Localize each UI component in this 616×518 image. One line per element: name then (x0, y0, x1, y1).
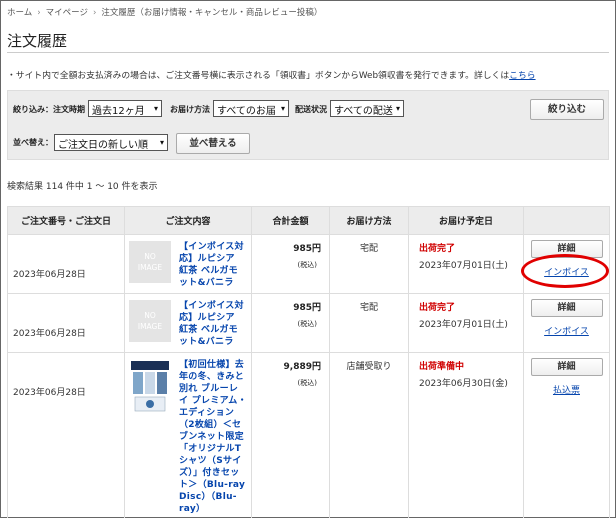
order-item-cell: NO IMAGE 【インボイス対応】ルピシア 紅茶 ベルガモット&バニラ (124, 293, 252, 353)
breadcrumb-separator: › (93, 8, 97, 18)
header-method: お届け方法 (329, 206, 409, 235)
chevron-down-icon: ▾ (159, 138, 164, 147)
order-actions: 詳細 インボイス (523, 234, 610, 294)
breadcrumb-mypage[interactable]: マイページ (46, 8, 88, 18)
table-row: 2023年06月28日 NO IMAGE 【インボイス対応】ルピシア 紅茶 ベルガ… (7, 293, 610, 353)
header-actions (523, 206, 610, 235)
header-order-content: ご注文内容 (124, 206, 252, 235)
order-total: 985円 (税込) (251, 293, 330, 353)
receipt-notice-text: ・サイト内で全額お支払済みの場合は、ご注文番号横に表示される「領収書」ボタンから… (7, 71, 510, 81)
receipt-notice: ・サイト内で全額お支払済みの場合は、ご注文番号横に表示される「領収書」ボタンから… (7, 68, 536, 81)
table-row: 2023年06月28日 NO IMAGE 【インボイス対応】ルピシア 紅茶 ベルガ… (7, 234, 610, 294)
order-actions: 詳細 払込票 (523, 352, 610, 518)
delivery-method: 店舗受取り (329, 352, 409, 518)
filter-panel: 絞り込み：注文時期 過去12ヶ月 ▾ お届け方法 すべてのお届 ▾ 配送状況 すべて… (7, 90, 609, 160)
order-total: 9,889円 (税込) (251, 352, 330, 518)
table-row: 2023年06月28日 【初回仕様】去年の冬、きみと別れ ブルーレイ プレミアム… (7, 352, 610, 518)
item-name-link[interactable]: 【インボイス対応】ルピシア 紅茶 ベルガモット&バニラ (179, 241, 247, 289)
invoice-link[interactable]: インボイス (524, 265, 609, 278)
order-date: 2023年06月28日 (7, 293, 125, 353)
tax-note: (税込) (297, 379, 317, 387)
sort-label: 並べ替え： (13, 138, 53, 147)
delivery-method: 宅配 (329, 234, 409, 294)
tax-note: (税込) (297, 261, 317, 269)
breadcrumb: ホーム › マイページ › 注文履歴（お届け情報・キャンセル・商品レビュー投稿） (7, 6, 322, 18)
order-date: 2023年06月28日 (7, 352, 125, 518)
order-date: 2023年06月28日 (7, 234, 125, 294)
detail-button[interactable]: 詳細 (530, 240, 603, 258)
status-label: 配送状況 (295, 105, 327, 114)
period-select[interactable]: 過去12ヶ月 ▾ (88, 100, 162, 117)
invoice-link[interactable]: インボイス (524, 324, 609, 337)
result-count: 検索結果 114 件中 1 〜 10 件を表示 (7, 182, 158, 192)
sort-select[interactable]: ご注文日の新しい順 ▾ (54, 134, 168, 151)
filter-label: 絞り込み：注文時期 (13, 105, 85, 114)
no-image-placeholder: NO IMAGE (129, 241, 171, 283)
delivery-date: 2023年07月01日(土) (419, 261, 508, 271)
header-schedule: お届け予定日 (408, 206, 524, 235)
breadcrumb-home[interactable]: ホーム (7, 8, 32, 18)
status-badge: 出荷準備中 (419, 362, 465, 372)
sort-button[interactable]: 並べ替える (176, 133, 250, 154)
receipt-notice-link[interactable]: こちら (509, 71, 535, 81)
header-order-number: ご注文番号・ご注文日 (7, 206, 125, 235)
delivery-schedule: 出荷完了 2023年07月01日(土) (408, 293, 524, 353)
page-title: 注文履歴 (7, 32, 68, 50)
order-total: 985円 (税込) (251, 234, 330, 294)
detail-button[interactable]: 詳細 (530, 299, 603, 317)
method-label: お届け方法 (170, 105, 210, 114)
title-divider (7, 52, 609, 53)
status-badge: 出荷完了 (419, 244, 456, 254)
order-item-cell: NO IMAGE 【インボイス対応】ルピシア 紅茶 ベルガモット&バニラ (124, 234, 252, 294)
apply-filter-button[interactable]: 絞り込む (530, 99, 604, 120)
tax-note: (税込) (297, 320, 317, 328)
delivery-schedule: 出荷準備中 2023年06月30日(金) (408, 352, 524, 518)
delivery-date: 2023年07月01日(土) (419, 320, 508, 330)
order-actions: 詳細 インボイス (523, 293, 610, 353)
detail-button[interactable]: 詳細 (530, 358, 603, 376)
delivery-method: 宅配 (329, 293, 409, 353)
order-table: ご注文番号・ご注文日 ご注文内容 合計金額 お届け方法 お届け予定日 2023年… (7, 206, 610, 518)
breadcrumb-current: 注文履歴（お届け情報・キャンセル・商品レビュー投稿） (101, 8, 323, 18)
delivery-date: 2023年06月30日(金) (419, 379, 508, 389)
no-image-placeholder: NO IMAGE (129, 300, 171, 342)
breadcrumb-separator: › (37, 8, 41, 18)
chevron-down-icon: ▾ (395, 104, 400, 113)
delivery-schedule: 出荷完了 2023年07月01日(土) (408, 234, 524, 294)
method-select[interactable]: すべてのお届 ▾ (213, 100, 289, 117)
product-thumbnail[interactable] (129, 359, 171, 415)
period-label: 注文時期 (53, 105, 85, 114)
item-name-link[interactable]: 【初回仕様】去年の冬、きみと別れ ブルーレイ プレミアム・エディション（2枚組）… (179, 359, 247, 515)
table-header-row: ご注文番号・ご注文日 ご注文内容 合計金額 お届け方法 お届け予定日 (7, 206, 610, 235)
payment-slip-link[interactable]: 払込票 (524, 383, 609, 396)
status-badge: 出荷完了 (419, 303, 456, 313)
chevron-down-icon: ▾ (153, 104, 158, 113)
item-name-link[interactable]: 【インボイス対応】ルピシア 紅茶 ベルガモット&バニラ (179, 300, 247, 348)
order-item-cell: 【初回仕様】去年の冬、きみと別れ ブルーレイ プレミアム・エディション（2枚組）… (124, 352, 252, 518)
chevron-down-icon: ▾ (280, 104, 285, 113)
status-select[interactable]: すべての配送 ▾ (330, 100, 404, 117)
header-total: 合計金額 (251, 206, 330, 235)
